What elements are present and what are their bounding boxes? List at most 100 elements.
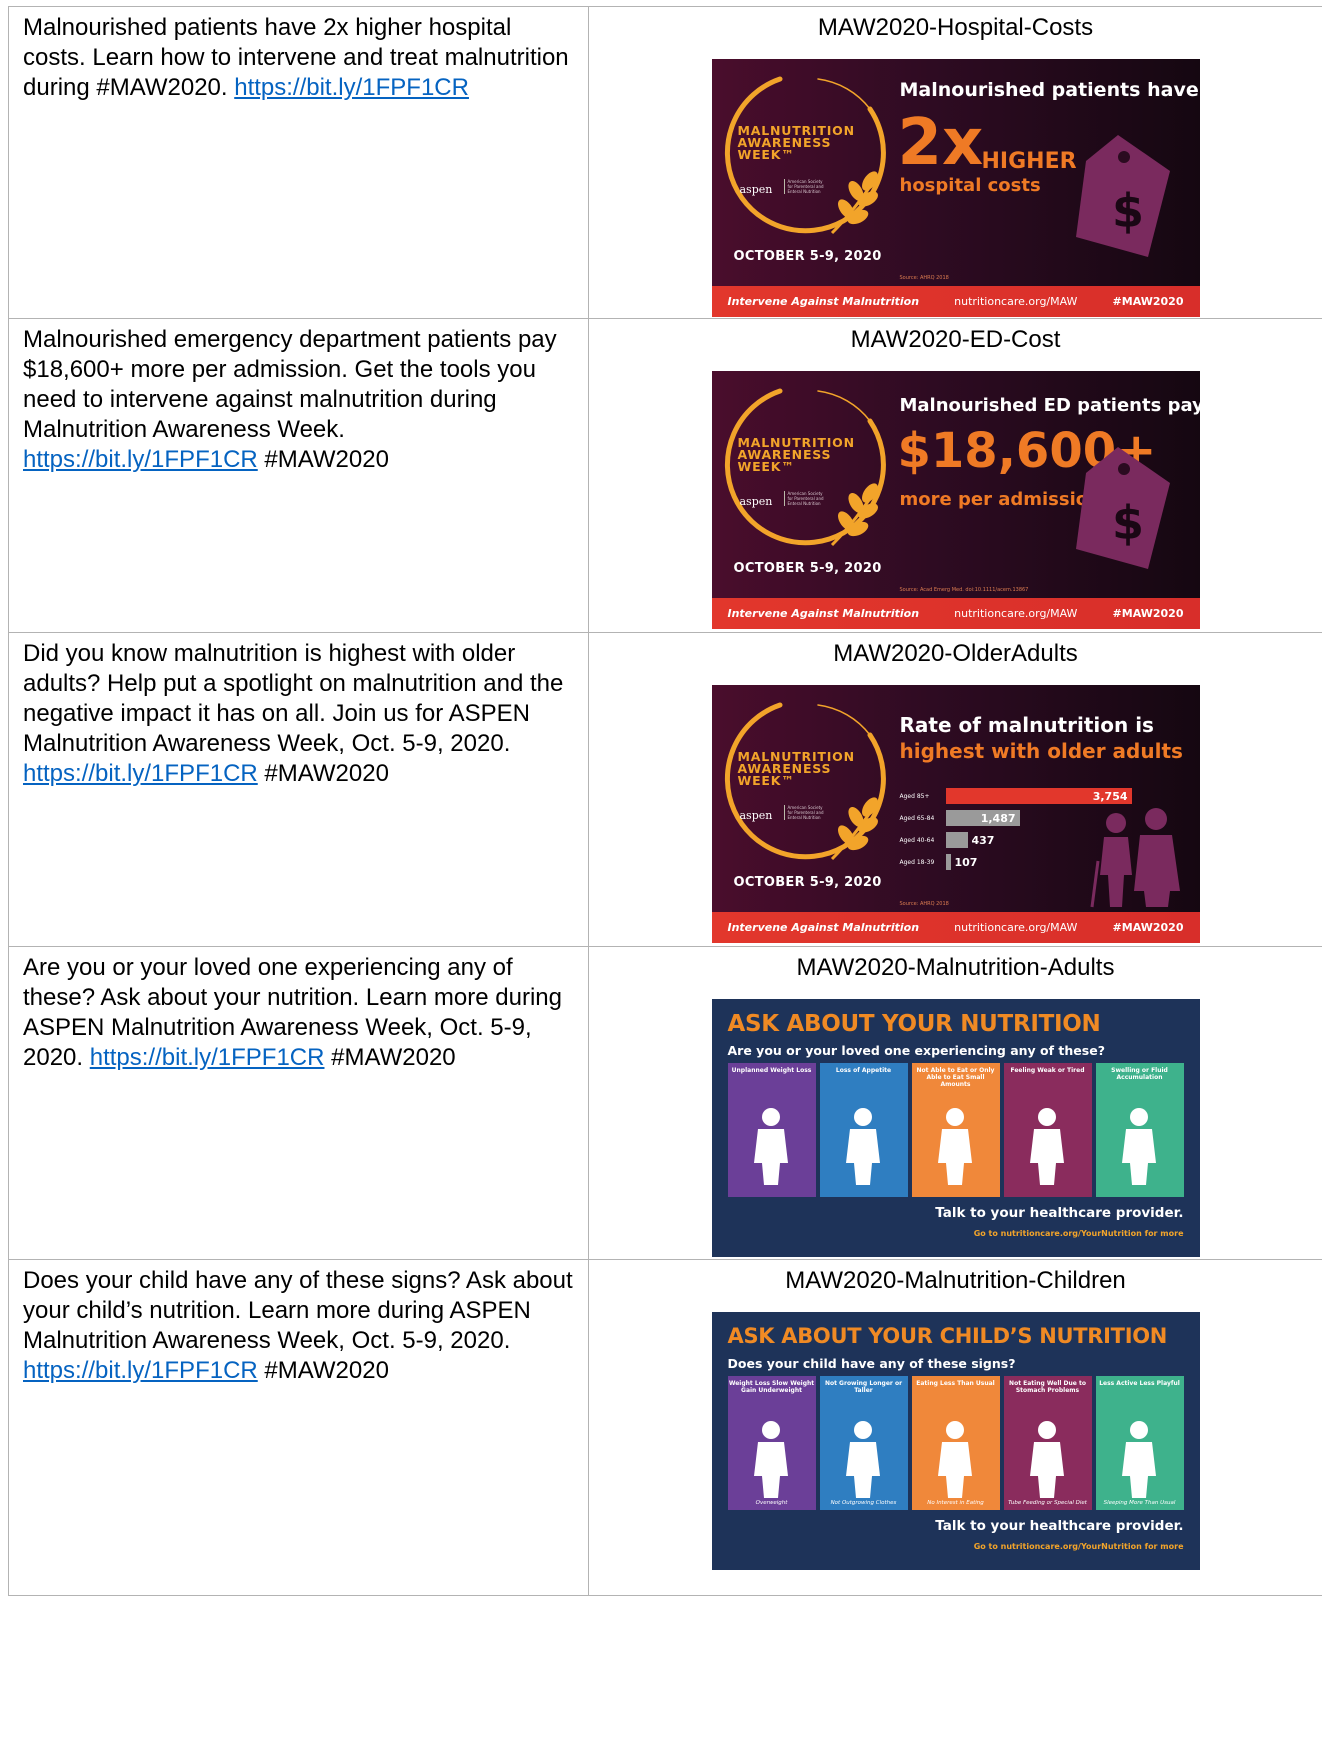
dollar-sign: $ bbox=[1112, 496, 1144, 550]
image-caption: MAW2020-OlderAdults bbox=[833, 640, 1078, 667]
post-text-cell: Did you know malnutrition is highest wit… bbox=[8, 632, 589, 947]
symptom-label: Unplanned Weight Loss bbox=[731, 1067, 812, 1074]
symptom-label: Swelling or Fluid Accumulation bbox=[1111, 1067, 1168, 1081]
banner-source: Source: Acad Emerg Med. doi:10.1111/acem… bbox=[899, 587, 1029, 593]
symptom-caption: Overweight bbox=[755, 1500, 788, 1506]
post-link[interactable]: https://bit.ly/1FPF1CR bbox=[90, 1044, 325, 1071]
footer-slogan: Intervene Against Malnutrition bbox=[727, 607, 920, 620]
post-text-cell: Are you or your loved one experiencing a… bbox=[8, 946, 589, 1260]
older-adults-icon bbox=[1090, 808, 1180, 908]
image-cell: MAW2020-Malnutrition-Children ASK ABOUT … bbox=[588, 1259, 1322, 1596]
footer-hashtag: #MAW2020 bbox=[1112, 607, 1184, 620]
symptom-label: Eating Less Than Usual bbox=[916, 1380, 995, 1387]
banner-subline: hospital costs bbox=[899, 175, 1041, 196]
table-row: Does your child have any of these signs?… bbox=[8, 1259, 1322, 1596]
symptom-panel: Feeling Weak or Tired bbox=[1003, 1063, 1092, 1197]
wheat-icon bbox=[824, 167, 884, 237]
banner-source: Source: AHRQ 2018 bbox=[899, 275, 949, 281]
banner-footer: Intervene Against Malnutrition nutrition… bbox=[711, 912, 1200, 943]
children-nutrition-poster: ASK ABOUT YOUR CHILD’S NUTRITION Does yo… bbox=[711, 1312, 1200, 1570]
bar bbox=[945, 832, 968, 848]
aspen-tagline: American Society for Parenteral and Ente… bbox=[783, 805, 828, 820]
bar-value-label: 1,487 bbox=[980, 811, 1016, 825]
image-cell: MAW2020-Malnutrition-Adults ASK ABOUT YO… bbox=[588, 946, 1322, 1260]
bar-category-label: Aged 18-39 bbox=[899, 858, 935, 866]
poster-url: Go to nutritioncare.org/YourNutrition fo… bbox=[973, 1542, 1184, 1551]
post-hashtag: #MAW2020 bbox=[257, 1357, 389, 1384]
symptom-label: Not Eating Well Due to Stomach Problems bbox=[1009, 1380, 1086, 1394]
symptom-label: Loss of Appetite bbox=[835, 1067, 892, 1074]
wheat-icon bbox=[824, 479, 884, 549]
person-icon bbox=[1012, 1420, 1082, 1500]
symptom-panel: Not Able to Eat or Only Able to Eat Smal… bbox=[911, 1063, 1000, 1197]
social-media-table: Malnourished patients have 2x higher hos… bbox=[8, 6, 1322, 1596]
price-tag-icon: $ bbox=[1066, 443, 1176, 573]
image-caption: MAW2020-Malnutrition-Adults bbox=[796, 954, 1115, 981]
post-text: Does your child have any of these signs?… bbox=[23, 1267, 573, 1354]
logo-text: WEEK™ bbox=[737, 459, 795, 474]
image-caption: MAW2020-Malnutrition-Children bbox=[785, 1267, 1126, 1294]
symptom-label: Not Able to Eat or Only Able to Eat Smal… bbox=[916, 1067, 995, 1088]
bar: 1,487 bbox=[945, 810, 1020, 826]
symptom-panel: Eating Less Than Usual No Interest in Eat… bbox=[911, 1376, 1000, 1510]
post-text-cell: Malnourished patients have 2x higher hos… bbox=[8, 6, 589, 319]
event-date: OCTOBER 5-9, 2020 bbox=[733, 249, 882, 264]
symptom-label: Less Active Less Playful bbox=[1099, 1380, 1180, 1387]
post-text-cell: Malnourished emergency department patien… bbox=[8, 318, 589, 633]
table-row: Did you know malnutrition is highest wit… bbox=[8, 632, 1322, 947]
post-text-cell: Does your child have any of these signs?… bbox=[8, 1259, 589, 1596]
footer-slogan: Intervene Against Malnutrition bbox=[727, 295, 920, 308]
footer-slogan: Intervene Against Malnutrition bbox=[727, 921, 920, 934]
logo-text: WEEK™ bbox=[737, 773, 795, 788]
footer-hashtag: #MAW2020 bbox=[1112, 921, 1184, 934]
post-text: Malnourished emergency department patien… bbox=[23, 326, 557, 443]
person-icon bbox=[1104, 1107, 1174, 1187]
symptom-panel: Not Growing Longer or Taller Not Outgrowi… bbox=[819, 1376, 908, 1510]
hospital-costs-banner: MALNUTRITION AWARENESS WEEK™ aspen Ameri… bbox=[711, 59, 1200, 317]
image-cell: MAW2020-Hospital-Costs MALNUTRITION AWAR… bbox=[588, 6, 1322, 319]
aspen-logo: aspen bbox=[739, 495, 773, 508]
symptom-panel: Unplanned Weight Loss bbox=[727, 1063, 816, 1197]
poster-subtitle: Are you or your loved one experiencing a… bbox=[727, 1043, 1105, 1058]
post-text: Did you know malnutrition is highest wit… bbox=[23, 640, 564, 757]
bar-category-label: Aged 65-84 bbox=[899, 814, 935, 822]
aspen-logo: aspen bbox=[739, 183, 773, 196]
banner-footer: Intervene Against Malnutrition nutrition… bbox=[711, 598, 1200, 629]
banner-headline-orange: highest with older adults bbox=[899, 739, 1183, 763]
poster-talk: Talk to your healthcare provider. bbox=[935, 1518, 1184, 1534]
bar-category-label: Aged 85+ bbox=[899, 792, 930, 800]
post-link[interactable]: https://bit.ly/1FPF1CR bbox=[23, 760, 258, 787]
symptom-panels: Unplanned Weight Loss Loss of Appetite Not… bbox=[727, 1063, 1184, 1197]
post-link[interactable]: https://bit.ly/1FPF1CR bbox=[23, 446, 258, 473]
post-link[interactable]: https://bit.ly/1FPF1CR bbox=[23, 1357, 258, 1384]
footer-hashtag: #MAW2020 bbox=[1112, 295, 1184, 308]
banner-headline: Malnourished patients have bbox=[899, 79, 1199, 101]
post-link[interactable]: https://bit.ly/1FPF1CR bbox=[234, 74, 469, 101]
symptom-panel: Less Active Less Playful Sleeping More Th… bbox=[1095, 1376, 1184, 1510]
person-icon bbox=[1104, 1420, 1174, 1500]
person-icon bbox=[920, 1420, 990, 1500]
person-icon bbox=[828, 1420, 898, 1500]
adults-nutrition-poster: ASK ABOUT YOUR NUTRITION Are you or your… bbox=[711, 999, 1200, 1257]
dollar-sign: $ bbox=[1112, 184, 1144, 238]
banner-higher: HIGHER bbox=[981, 149, 1077, 174]
symptom-panel: Not Eating Well Due to Stomach Problems T… bbox=[1003, 1376, 1092, 1510]
poster-talk: Talk to your healthcare provider. bbox=[935, 1205, 1184, 1221]
symptom-label: Not Growing Longer or Taller bbox=[824, 1380, 903, 1394]
table-row: Malnourished emergency department patien… bbox=[8, 318, 1322, 633]
poster-url: Go to nutritioncare.org/YourNutrition fo… bbox=[973, 1229, 1184, 1238]
symptom-label: Weight Loss Slow Weight Gain Underweight bbox=[728, 1380, 815, 1394]
person-icon bbox=[736, 1420, 806, 1500]
aspen-logo: aspen bbox=[739, 809, 773, 822]
banner-source: Source: AHRQ 2018 bbox=[899, 901, 949, 907]
banner-big-number: 2x bbox=[897, 106, 984, 180]
logo-text: WEEK™ bbox=[737, 147, 795, 162]
bar bbox=[945, 854, 951, 870]
bar-value-label: 437 bbox=[971, 833, 995, 847]
ed-cost-banner: MALNUTRITION AWARENESS WEEK™ aspen Ameri… bbox=[711, 371, 1200, 629]
aspen-tagline: American Society for Parenteral and Ente… bbox=[783, 179, 828, 194]
footer-url: nutritioncare.org/MAW bbox=[954, 921, 1078, 934]
symptom-caption: Sleeping More Than Usual bbox=[1103, 1500, 1176, 1506]
symptom-label: Feeling Weak or Tired bbox=[1010, 1067, 1085, 1074]
image-cell: MAW2020-OlderAdults MALNUTRITION AWARENE… bbox=[588, 632, 1322, 947]
